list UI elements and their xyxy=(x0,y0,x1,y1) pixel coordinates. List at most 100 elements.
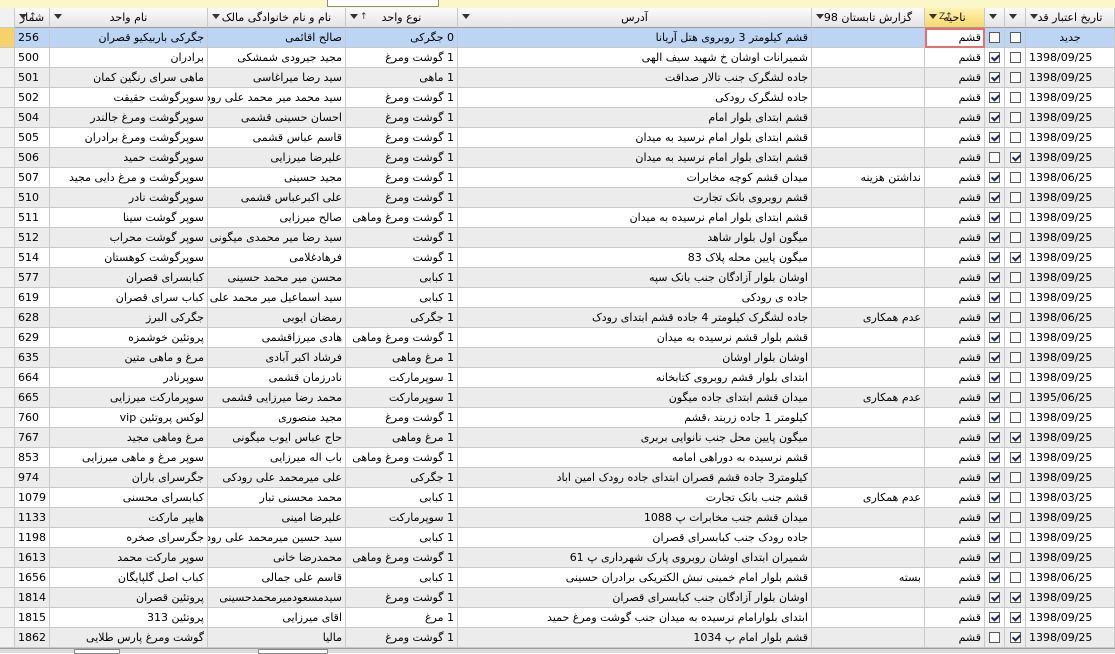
table-row[interactable]: 512 سوپر گوشت محراب سید رضا میر محمدی میگو… xyxy=(0,228,1115,248)
cell-report[interactable] xyxy=(812,448,925,468)
cell-c2[interactable] xyxy=(1005,268,1026,288)
checkbox[interactable] xyxy=(1009,152,1021,163)
cell-c1[interactable] xyxy=(985,308,1005,328)
cell-address[interactable]: قشم ابتدای بلوار امام xyxy=(458,108,812,128)
cell-c1[interactable] xyxy=(985,168,1005,188)
cell-region[interactable]: قشم xyxy=(925,188,985,208)
cell-type[interactable]: 1 گوشت ومرغ وماهی xyxy=(346,208,458,228)
dropdown-arrow-icon[interactable] xyxy=(989,14,997,19)
cell-report[interactable]: نداشتن هزینه xyxy=(812,168,925,188)
checkbox[interactable] xyxy=(989,572,1000,583)
cell-unit_name[interactable]: سوپرگوشت حقیقت xyxy=(50,88,208,108)
cell-type[interactable]: 1 جگرکی xyxy=(346,308,458,328)
cell-num[interactable]: 505 xyxy=(15,128,50,148)
cell-c1[interactable] xyxy=(985,368,1005,388)
cell-owner[interactable]: صالح میرزایی xyxy=(208,208,346,228)
cell-num[interactable]: 512 xyxy=(15,228,50,248)
cell-type[interactable]: 1 گوشت ومرغ وماهی xyxy=(346,328,458,348)
table-row[interactable]: 1613 سوپر مارکت محمد محمدرضا خانی 1 گوشت وم… xyxy=(0,548,1115,568)
table-row[interactable]: 1133 هایپر مارکت علیرضا امینی 1 سوپرمارکت می… xyxy=(0,508,1115,528)
row-selector[interactable] xyxy=(0,28,15,48)
cell-region[interactable]: قشم xyxy=(925,128,985,148)
cell-owner[interactable]: محسن میر محمد حسینی xyxy=(208,268,346,288)
cell-c1[interactable] xyxy=(985,188,1005,208)
cell-address[interactable]: جاده ی رودکی xyxy=(458,288,812,308)
row-selector[interactable] xyxy=(0,248,15,268)
cell-date[interactable]: 1398/09/25 xyxy=(1026,148,1115,168)
cell-owner[interactable]: سیدمسعودمیرمحمدحسینی xyxy=(208,588,346,608)
cell-report[interactable]: عدم همکاری xyxy=(812,388,925,408)
cell-c2[interactable] xyxy=(1005,508,1026,528)
cell-type[interactable]: 1 کبابی xyxy=(346,488,458,508)
checkbox[interactable] xyxy=(989,532,1000,543)
cell-c2[interactable] xyxy=(1005,148,1026,168)
dropdown-arrow-icon[interactable] xyxy=(19,14,27,19)
cell-date[interactable]: 1398/09/25 xyxy=(1026,328,1115,348)
cell-region[interactable]: قشم xyxy=(925,208,985,228)
cell-owner[interactable]: فرشاد اکبر آبادی xyxy=(208,348,346,368)
cell-region[interactable]: قشم xyxy=(925,308,985,328)
cell-c1[interactable] xyxy=(985,128,1005,148)
cell-address[interactable]: میگون اول بلوار شاهد xyxy=(458,228,812,248)
cell-c2[interactable] xyxy=(1005,28,1026,48)
cell-date[interactable]: 1398/03/25 xyxy=(1026,488,1115,508)
row-selector[interactable] xyxy=(0,628,15,648)
table-row[interactable]: 506 سوپرگوشت حمید علیرضا میرزایی 1 گوشت ومر… xyxy=(0,148,1115,168)
cell-owner[interactable]: مالیا xyxy=(208,628,346,648)
cell-date[interactable]: 1398/09/25 xyxy=(1026,588,1115,608)
cell-type[interactable]: 1 گوشت ومرغ xyxy=(346,588,458,608)
cell-c2[interactable] xyxy=(1005,368,1026,388)
cell-num[interactable]: 1079 xyxy=(15,488,50,508)
cell-type[interactable]: 1 کبابی xyxy=(346,288,458,308)
cell-c1[interactable] xyxy=(985,408,1005,428)
cell-report[interactable] xyxy=(812,508,925,528)
cell-report[interactable] xyxy=(812,28,925,48)
cell-unit_name[interactable]: سوپرگوشت حمید xyxy=(50,148,208,168)
cell-region[interactable]: قشم xyxy=(925,108,985,128)
cell-region[interactable]: قشم xyxy=(925,448,985,468)
table-row[interactable]: 511 سوپر گوشت سینا صالح میرزایی 1 گوشت ومرغ… xyxy=(0,208,1115,228)
checkbox[interactable] xyxy=(989,452,1000,463)
cell-owner[interactable]: سید حسین میرمحمد علی رودکی xyxy=(208,528,346,548)
cell-type[interactable]: 1 گوشت ومرغ وماهی xyxy=(346,548,458,568)
cell-date[interactable]: 1398/09/25 xyxy=(1026,608,1115,628)
checkbox[interactable] xyxy=(989,232,1000,243)
cell-num[interactable]: 502 xyxy=(15,88,50,108)
checkbox[interactable] xyxy=(989,132,1000,143)
dropdown-arrow-icon[interactable] xyxy=(350,14,358,19)
cell-c1[interactable] xyxy=(985,48,1005,68)
row-selector[interactable] xyxy=(0,428,15,448)
cell-date[interactable]: 1398/09/25 xyxy=(1026,548,1115,568)
cell-date[interactable]: 1398/06/25 xyxy=(1026,308,1115,328)
cell-address[interactable]: شمیران ابتدای اوشان روبروی پارک شهرداری … xyxy=(458,548,812,568)
cell-type[interactable]: 0 جگرکی xyxy=(346,28,458,48)
cell-owner[interactable]: سید رضا میر محمدی میگونی xyxy=(208,228,346,248)
cell-date[interactable]: 1398/09/25 xyxy=(1026,48,1115,68)
cell-date[interactable]: 1398/09/25 xyxy=(1026,248,1115,268)
cell-c1[interactable] xyxy=(985,548,1005,568)
cell-c1[interactable] xyxy=(985,148,1005,168)
cell-date[interactable]: 1398/09/25 xyxy=(1026,68,1115,88)
cell-c2[interactable] xyxy=(1005,388,1026,408)
table-row[interactable]: 577 کبابسرای قصران محسن میر محمد حسینی 1 کب… xyxy=(0,268,1115,288)
cell-unit_name[interactable]: ماهی سرای رنگین کمان xyxy=(50,68,208,88)
cell-unit_name[interactable]: سوپر گوشت سینا xyxy=(50,208,208,228)
dropdown-arrow-icon[interactable] xyxy=(462,14,470,19)
cell-report[interactable] xyxy=(812,188,925,208)
cell-c2[interactable] xyxy=(1005,188,1026,208)
cell-c2[interactable] xyxy=(1005,568,1026,588)
column-header-c2[interactable] xyxy=(1005,8,1026,28)
cell-report[interactable] xyxy=(812,428,925,448)
cell-num[interactable]: 665 xyxy=(15,388,50,408)
cell-c2[interactable] xyxy=(1005,48,1026,68)
cell-address[interactable]: ابتدای بلوارامام نرسیده به میدان جنب گوش… xyxy=(458,608,812,628)
row-selector[interactable] xyxy=(0,408,15,428)
cell-c1[interactable] xyxy=(985,288,1005,308)
cell-unit_name[interactable]: سوپر گوشت محراب xyxy=(50,228,208,248)
row-selector[interactable] xyxy=(0,168,15,188)
cell-region[interactable]: قشم xyxy=(925,228,985,248)
cell-owner[interactable]: سید محمد میر محمد علی رودکی xyxy=(208,88,346,108)
checkbox[interactable] xyxy=(1009,552,1021,563)
cell-type[interactable]: 1 ماهی xyxy=(346,68,458,88)
checkbox[interactable] xyxy=(989,292,1000,303)
